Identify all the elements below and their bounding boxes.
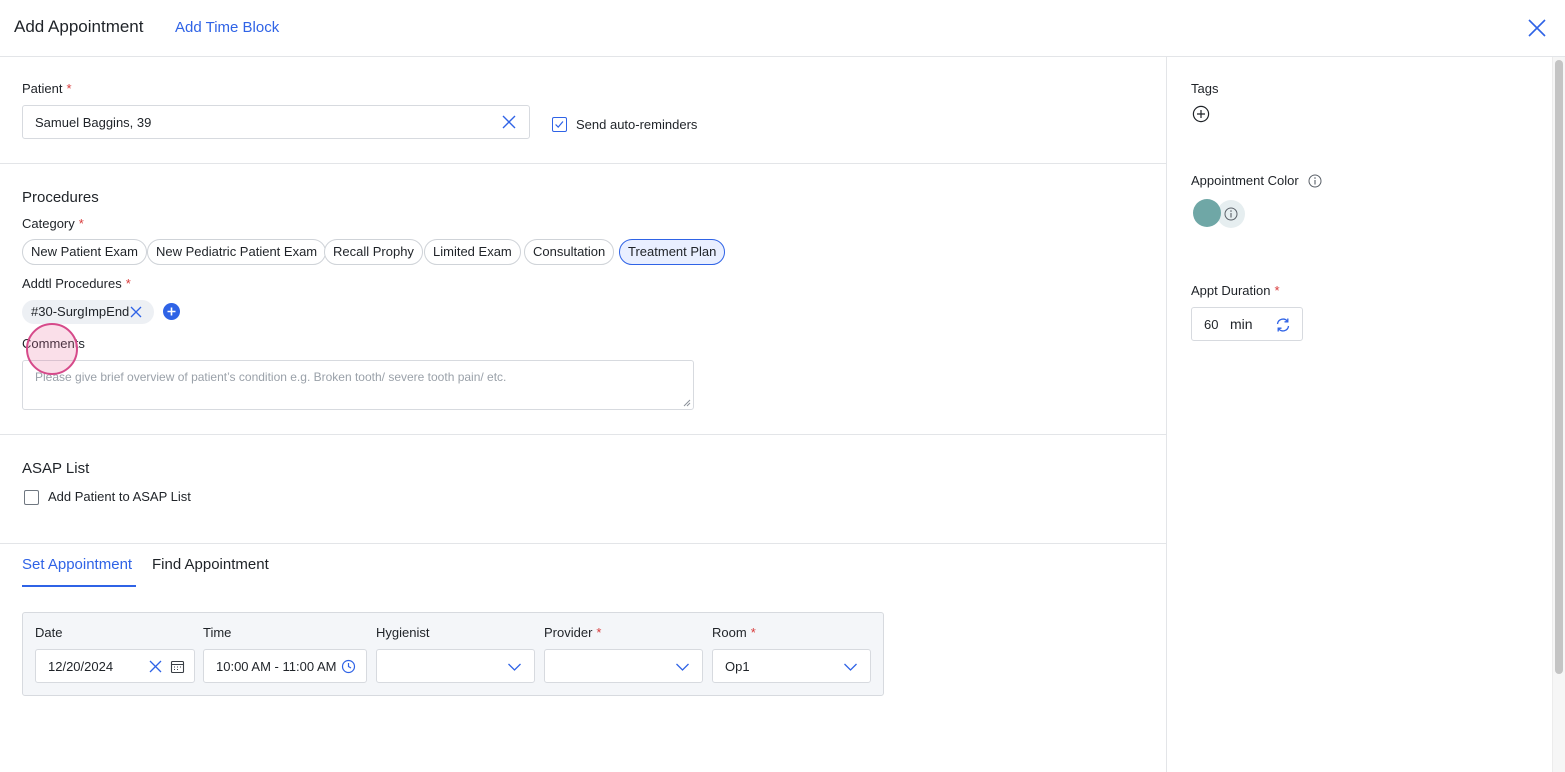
procedure-chip: #30-SurgImpEnd bbox=[22, 300, 154, 324]
duration-value: 60 bbox=[1204, 317, 1219, 332]
addtl-procedures-label: Addtl Procedures * bbox=[22, 276, 131, 291]
patient-value: Samuel Baggins, 39 bbox=[35, 115, 152, 130]
category-chip-limited-exam[interactable]: Limited Exam bbox=[424, 239, 521, 265]
duration-input[interactable]: 60 min bbox=[1191, 307, 1303, 341]
clock-icon[interactable] bbox=[341, 659, 356, 674]
active-tab-indicator bbox=[22, 585, 136, 587]
room-label: Room * bbox=[712, 625, 756, 640]
category-label: Category * bbox=[22, 216, 84, 231]
asap-checkbox-label: Add Patient to ASAP List bbox=[48, 489, 191, 504]
room-select[interactable]: Op1 bbox=[712, 649, 871, 683]
color-info-badge bbox=[1217, 200, 1245, 228]
right-panel: Tags Appointment Color Appt Duration * 60… bbox=[1166, 57, 1552, 772]
divider bbox=[0, 434, 1166, 435]
click-indicator bbox=[26, 323, 78, 375]
procedures-title: Procedures bbox=[22, 189, 99, 206]
duration-unit: min bbox=[1230, 316, 1253, 332]
chevron-down-icon bbox=[676, 663, 689, 671]
clear-patient-icon[interactable] bbox=[501, 114, 517, 130]
chevron-down-icon bbox=[508, 663, 521, 671]
procedure-chip-label: #30-SurgImpEnd bbox=[31, 304, 130, 319]
patient-input[interactable]: Samuel Baggins, 39 bbox=[22, 105, 530, 139]
resize-grip-icon[interactable] bbox=[683, 399, 691, 407]
plus-icon bbox=[167, 307, 176, 316]
auto-reminders-checkbox[interactable] bbox=[552, 117, 567, 132]
auto-reminders-label: Send auto-reminders bbox=[576, 117, 698, 132]
left-panel: Patient * Samuel Baggins, 39 Send auto-re… bbox=[0, 57, 1166, 772]
clear-date-icon[interactable] bbox=[148, 659, 163, 674]
category-chip-new-patient-exam[interactable]: New Patient Exam bbox=[22, 239, 147, 265]
calendar-icon[interactable] bbox=[170, 659, 185, 674]
add-time-block-link[interactable]: Add Time Block bbox=[175, 19, 279, 36]
refresh-icon[interactable] bbox=[1274, 316, 1292, 334]
provider-label: Provider * bbox=[544, 625, 602, 640]
modal-header: Add Appointment Add Time Block bbox=[0, 0, 1565, 57]
divider bbox=[0, 543, 1166, 544]
patient-label: Patient * bbox=[22, 81, 72, 96]
time-value: 10:00 AM - 11:00 AM bbox=[216, 659, 337, 674]
appointment-fields-panel: Date 12/20/2024 Time 10:00 AM - 11:00 AM… bbox=[22, 612, 884, 696]
appointment-color-label: Appointment Color bbox=[1191, 173, 1299, 188]
divider bbox=[0, 163, 1166, 164]
chevron-down-icon bbox=[844, 663, 857, 671]
time-label: Time bbox=[203, 625, 232, 640]
date-value: 12/20/2024 bbox=[48, 659, 114, 674]
add-tag-icon[interactable] bbox=[1192, 105, 1210, 123]
hygienist-label: Hygienist bbox=[376, 625, 430, 640]
tags-label: Tags bbox=[1191, 81, 1219, 96]
category-chip-treatment-plan[interactable]: Treatment Plan bbox=[619, 239, 726, 265]
info-icon[interactable] bbox=[1308, 174, 1322, 188]
asap-title: ASAP List bbox=[22, 460, 90, 477]
appointment-color-swatch[interactable] bbox=[1193, 199, 1221, 227]
date-input[interactable]: 12/20/2024 bbox=[35, 649, 195, 683]
remove-procedure-icon[interactable] bbox=[129, 305, 143, 319]
scrollbar[interactable] bbox=[1552, 57, 1565, 772]
asap-checkbox[interactable] bbox=[24, 490, 39, 505]
date-label: Date bbox=[35, 625, 63, 640]
provider-select[interactable] bbox=[544, 649, 703, 683]
comments-placeholder: Please give brief overview of patient’s … bbox=[35, 370, 507, 384]
category-chip-new-pediatric-patient-exam[interactable]: New Pediatric Patient Exam bbox=[147, 239, 327, 265]
category-chip-consultation[interactable]: Consultation bbox=[524, 239, 615, 265]
comments-textarea[interactable]: Please give brief overview of patient’s … bbox=[22, 360, 694, 410]
add-procedure-button[interactable] bbox=[163, 303, 180, 320]
appt-duration-label: Appt Duration * bbox=[1191, 283, 1280, 298]
room-value: Op1 bbox=[725, 659, 750, 674]
scrollbar-thumb[interactable] bbox=[1555, 60, 1563, 674]
checkmark-icon bbox=[555, 121, 564, 128]
modal-title: Add Appointment bbox=[14, 17, 144, 36]
hygienist-select[interactable] bbox=[376, 649, 535, 683]
tab-find-appointment[interactable]: Find Appointment bbox=[152, 556, 269, 573]
info-icon bbox=[1224, 207, 1238, 221]
close-icon[interactable] bbox=[1526, 17, 1548, 39]
category-chip-recall-prophy[interactable]: Recall Prophy bbox=[324, 239, 423, 265]
tab-set-appointment[interactable]: Set Appointment bbox=[22, 556, 132, 573]
time-input[interactable]: 10:00 AM - 11:00 AM bbox=[203, 649, 367, 683]
